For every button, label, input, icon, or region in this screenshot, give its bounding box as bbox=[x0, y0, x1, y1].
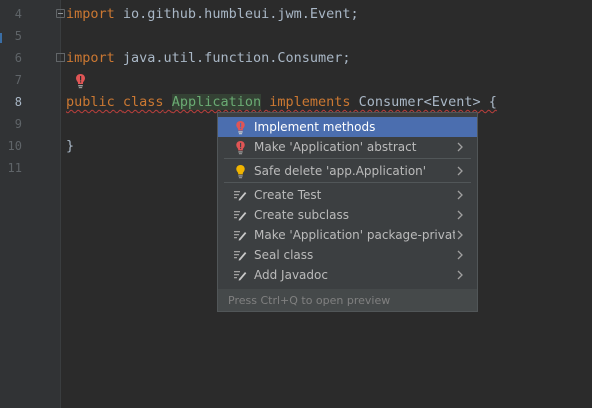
menu-item-label: Make 'Application' abstract bbox=[254, 140, 417, 154]
fold-end-icon[interactable] bbox=[56, 53, 65, 62]
code-line-4[interactable]: import io.github.humbleui.jwm.Event; bbox=[66, 3, 359, 25]
intention-actions-popup[interactable]: Implement methods Make 'Application' abs… bbox=[217, 112, 478, 312]
line-number: 11 bbox=[7, 161, 22, 175]
line-number: 7 bbox=[14, 73, 22, 87]
menu-item-label: Create subclass bbox=[254, 208, 349, 222]
menu-separator bbox=[224, 158, 471, 159]
menu-item-label: Implement methods bbox=[254, 120, 376, 134]
chevron-right-icon[interactable] bbox=[455, 270, 465, 280]
intention-edit-icon bbox=[232, 267, 248, 283]
keyword-import: import bbox=[66, 6, 115, 22]
red-bulb-icon[interactable] bbox=[75, 73, 86, 89]
chevron-right-icon[interactable] bbox=[455, 250, 465, 260]
keyword-public: public bbox=[66, 94, 115, 110]
code-line-10[interactable]: } bbox=[66, 135, 74, 157]
keyword-implements: implements bbox=[269, 94, 351, 110]
line-number: 6 bbox=[14, 51, 22, 65]
class-name-application[interactable]: Application bbox=[171, 94, 262, 110]
line-number: 9 bbox=[14, 117, 22, 131]
intention-edit-icon bbox=[232, 227, 248, 243]
intention-edit-icon bbox=[232, 247, 248, 263]
menu-item-create-subclass[interactable]: Create subclass bbox=[218, 205, 477, 225]
yellow-bulb-icon bbox=[232, 163, 248, 179]
code-line-6[interactable]: import java.util.function.Consumer; bbox=[66, 47, 350, 69]
chevron-right-icon[interactable] bbox=[455, 142, 465, 152]
chevron-right-icon[interactable] bbox=[455, 166, 465, 176]
line-number-current: 8 bbox=[14, 95, 22, 109]
menu-item-implement-methods[interactable]: Implement methods bbox=[218, 117, 477, 137]
menu-separator bbox=[224, 182, 471, 183]
chevron-right-icon[interactable] bbox=[455, 230, 465, 240]
chevron-right-icon[interactable] bbox=[455, 210, 465, 220]
menu-item-add-javadoc[interactable]: Add Javadoc bbox=[218, 265, 477, 285]
keyword-class: class bbox=[122, 94, 164, 110]
line-number: 10 bbox=[7, 139, 22, 153]
intention-edit-icon bbox=[232, 207, 248, 223]
fold-icon[interactable] bbox=[56, 9, 65, 18]
menu-item-safe-delete[interactable]: Safe delete 'app.Application' bbox=[218, 161, 477, 181]
import-path: io.github.humbleui.jwm.Event; bbox=[114, 6, 359, 22]
intention-edit-icon bbox=[232, 187, 248, 203]
menu-item-label: Seal class bbox=[254, 248, 314, 262]
chevron-right-icon[interactable] bbox=[455, 190, 465, 200]
keyword-import: import bbox=[66, 50, 115, 66]
menu-item-label: Create Test bbox=[254, 188, 322, 202]
line-number: 5 bbox=[14, 29, 22, 43]
red-bulb-icon bbox=[232, 139, 248, 155]
menu-item-make-abstract[interactable]: Make 'Application' abstract bbox=[218, 137, 477, 157]
import-path: java.util.function.Consumer; bbox=[114, 50, 351, 66]
line-number: 4 bbox=[14, 7, 22, 21]
red-bulb-icon bbox=[232, 119, 248, 135]
menu-item-label: Safe delete 'app.Application' bbox=[254, 164, 427, 178]
menu-item-label: Make 'Application' package-private bbox=[254, 228, 455, 242]
code-editor[interactable]: 4 5 6 7 8 9 10 11 import io.github.humbl… bbox=[0, 0, 592, 408]
menu-item-seal-class[interactable]: Seal class bbox=[218, 245, 477, 265]
menu-item-label: Add Javadoc bbox=[254, 268, 328, 282]
popup-footer-hint: Press Ctrl+Q to open preview bbox=[218, 289, 477, 311]
menu-item-package-private[interactable]: Make 'Application' package-private bbox=[218, 225, 477, 245]
menu-item-create-test[interactable]: Create Test bbox=[218, 185, 477, 205]
code-line-8[interactable]: public class Application implements Cons… bbox=[66, 91, 497, 113]
interface-clause: Consumer<Event> { bbox=[350, 94, 497, 110]
